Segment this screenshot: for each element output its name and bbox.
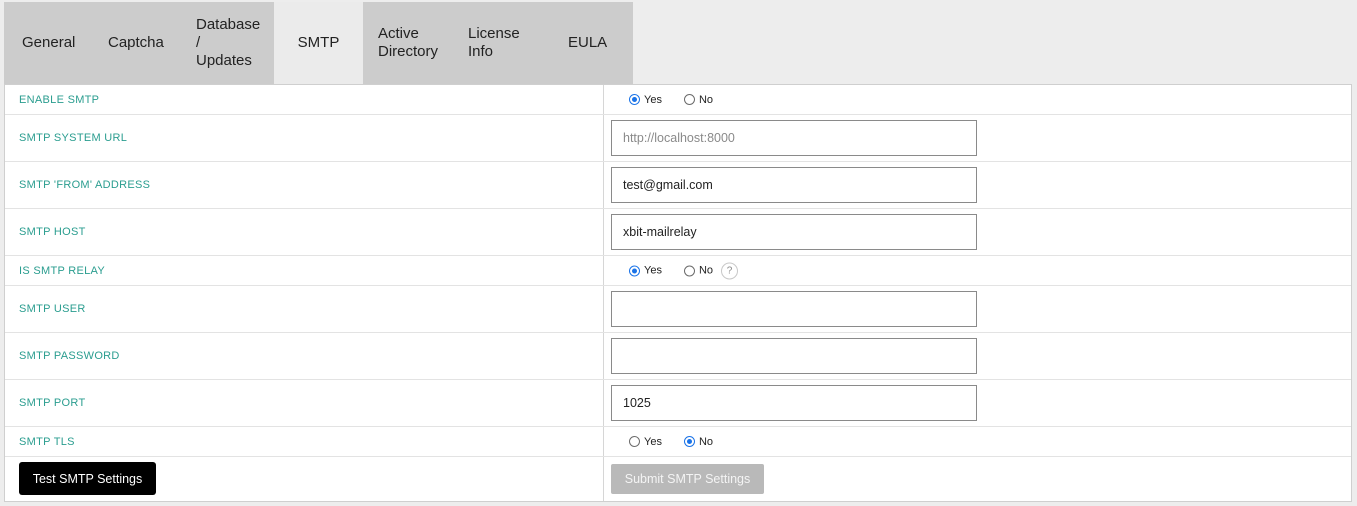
enable-smtp-yes-label: Yes <box>644 93 662 106</box>
enable-smtp-no-label: No <box>698 93 714 106</box>
tab-eula-label: EULA <box>568 34 608 51</box>
smtp-user-label: SMTP USER <box>19 303 86 315</box>
test-smtp-settings-button[interactable]: Test SMTP Settings <box>19 462 156 495</box>
smtp-relay-no-label: No <box>698 264 714 277</box>
actions-row: Test SMTP Settings Submit SMTP Settings <box>5 457 1351 501</box>
enable-smtp-yes-option[interactable]: Yes <box>629 94 662 106</box>
smtp-port-input[interactable]: 1025 <box>611 385 977 421</box>
smtp-tls-row: SMTP TLS Yes No <box>5 427 1351 457</box>
smtp-relay-no-radio[interactable] <box>683 265 695 276</box>
tab-general[interactable]: General <box>22 2 102 84</box>
help-icon[interactable]: ? <box>721 262 739 279</box>
smtp-relay-options: Yes No ? <box>629 262 739 279</box>
smtp-tls-no-label: No <box>698 435 714 448</box>
smtp-relay-yes-label: Yes <box>644 264 662 277</box>
smtp-relay-label: IS SMTP RELAY <box>19 264 106 277</box>
enable-smtp-label: ENABLE SMTP <box>19 93 100 106</box>
smtp-system-url-row: SMTP SYSTEM URL http://localhost:8000 <box>5 115 1351 162</box>
smtp-port-label: SMTP PORT <box>19 397 86 409</box>
tab-active-directory-label: Active Directory <box>378 25 439 60</box>
smtp-user-input[interactable] <box>611 291 977 327</box>
smtp-from-address-row: SMTP 'FROM' ADDRESS test@gmail.com <box>5 162 1351 209</box>
enable-smtp-yes-radio[interactable] <box>629 94 640 105</box>
enable-smtp-no-option[interactable]: No <box>683 93 714 106</box>
enable-smtp-options: Yes No <box>629 94 713 106</box>
smtp-tls-label: SMTP TLS <box>19 435 75 448</box>
settings-tab-bar: General Captcha Database / Updates SMTP … <box>4 2 633 84</box>
tab-smtp[interactable]: SMTP <box>274 2 363 84</box>
smtp-from-address-label: SMTP 'FROM' ADDRESS <box>19 179 151 191</box>
smtp-user-row: SMTP USER <box>5 286 1351 333</box>
tab-active-directory[interactable]: Active Directory <box>378 2 462 84</box>
smtp-tls-yes-radio[interactable] <box>629 436 640 447</box>
smtp-port-row: SMTP PORT 1025 <box>5 380 1351 427</box>
tab-database-updates-label: Database / Updates <box>196 16 261 69</box>
smtp-relay-no-option[interactable]: No <box>683 264 714 277</box>
smtp-from-address-input[interactable]: test@gmail.com <box>611 167 977 203</box>
tab-license-info[interactable]: License Info <box>468 2 548 84</box>
tab-captcha[interactable]: Captcha <box>108 2 188 84</box>
tab-smtp-label: SMTP <box>297 34 340 51</box>
enable-smtp-row: ENABLE SMTP Yes No <box>5 85 1351 115</box>
smtp-system-url-input[interactable]: http://localhost:8000 <box>611 120 977 156</box>
smtp-relay-row: IS SMTP RELAY Yes No ? <box>5 256 1351 286</box>
smtp-password-row: SMTP PASSWORD <box>5 333 1351 380</box>
smtp-tls-yes-label: Yes <box>644 435 662 448</box>
smtp-settings-panel: ENABLE SMTP Yes No SMTP SYSTEM URL http:… <box>4 84 1352 502</box>
smtp-host-input[interactable]: xbit-mailrelay <box>611 214 977 250</box>
smtp-host-row: SMTP HOST xbit-mailrelay <box>5 209 1351 256</box>
smtp-tls-no-option[interactable]: No <box>683 435 714 448</box>
smtp-tls-no-radio[interactable] <box>683 436 695 447</box>
smtp-system-url-label: SMTP SYSTEM URL <box>19 132 128 144</box>
smtp-password-input[interactable] <box>611 338 977 374</box>
smtp-tls-options: Yes No <box>629 436 713 448</box>
tab-general-label: General <box>22 34 76 51</box>
smtp-password-label: SMTP PASSWORD <box>19 350 120 362</box>
tab-eula[interactable]: EULA <box>568 2 628 84</box>
smtp-host-label: SMTP HOST <box>19 226 86 238</box>
tab-license-info-label: License Info <box>468 25 520 60</box>
smtp-tls-yes-option[interactable]: Yes <box>629 436 662 448</box>
smtp-relay-yes-option[interactable]: Yes <box>629 265 662 277</box>
enable-smtp-no-radio[interactable] <box>683 94 695 105</box>
tab-database-updates[interactable]: Database / Updates <box>196 2 274 84</box>
submit-smtp-settings-button[interactable]: Submit SMTP Settings <box>611 464 764 494</box>
smtp-relay-yes-radio[interactable] <box>629 265 640 276</box>
tab-captcha-label: Captcha <box>108 34 164 51</box>
